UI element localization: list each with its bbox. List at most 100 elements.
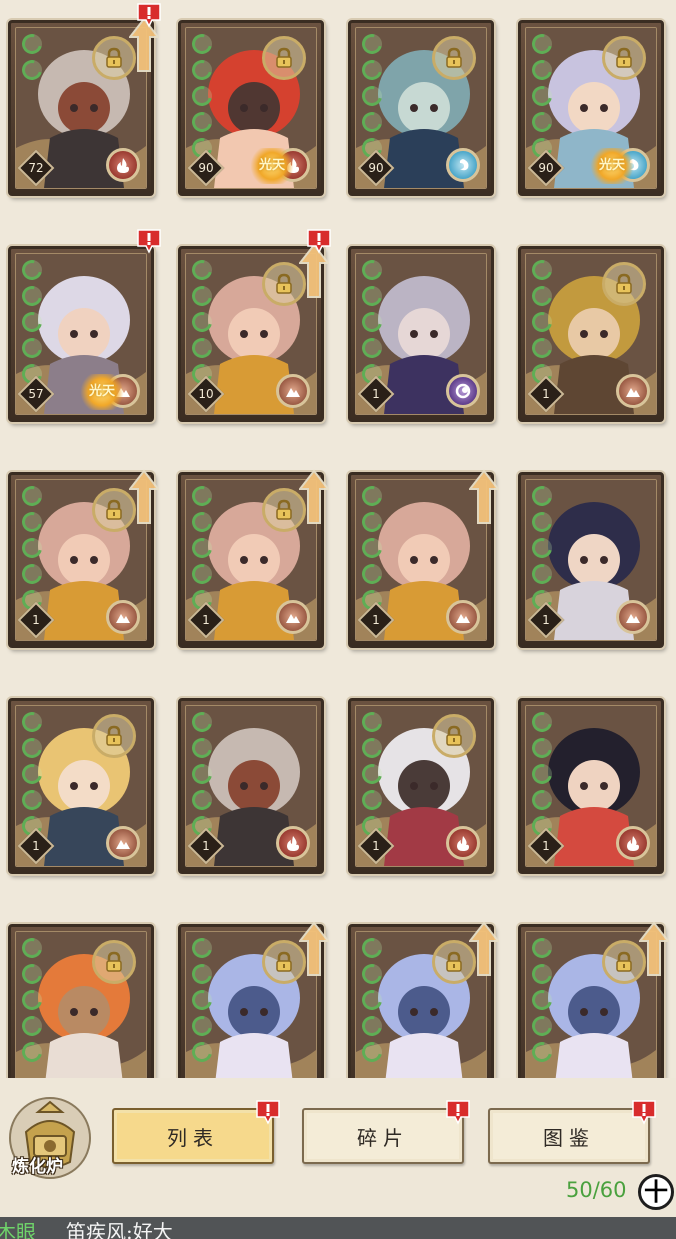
star-rating bbox=[188, 256, 216, 390]
level-badge: 1 bbox=[527, 375, 565, 413]
star-icon bbox=[18, 934, 46, 962]
card-art: 1 bbox=[185, 479, 317, 641]
character-card[interactable]: 1 bbox=[518, 472, 664, 648]
level-value: 10 bbox=[198, 387, 214, 401]
star-icon bbox=[358, 786, 386, 814]
character-card[interactable]: 72 bbox=[8, 3, 161, 196]
star-rating bbox=[528, 482, 556, 616]
star-icon bbox=[18, 560, 46, 588]
star-rating bbox=[528, 256, 556, 390]
star-icon bbox=[188, 334, 216, 362]
star-icon bbox=[188, 1038, 216, 1066]
lock-icon[interactable] bbox=[92, 940, 136, 984]
star-icon bbox=[18, 1038, 46, 1066]
card-art: 1 bbox=[525, 705, 657, 867]
lock-icon[interactable] bbox=[92, 714, 136, 758]
star-icon bbox=[188, 934, 216, 962]
character-card[interactable]: 10 bbox=[178, 229, 331, 422]
level-badge: 1 bbox=[527, 827, 565, 865]
awakened-badge: 光天 bbox=[78, 374, 126, 410]
level-badge: 1 bbox=[187, 827, 225, 865]
chat-ticker[interactable]: 木眼 笛疾风:好大 bbox=[0, 1217, 676, 1239]
card-art: 1 bbox=[525, 253, 657, 415]
star-rating bbox=[188, 482, 216, 616]
character-card[interactable]: 1 bbox=[178, 469, 329, 648]
star-icon bbox=[18, 482, 46, 510]
lock-icon[interactable] bbox=[432, 714, 476, 758]
tab-list[interactable]: 列表 bbox=[112, 1100, 280, 1164]
star-rating bbox=[358, 934, 386, 1068]
lock-icon[interactable] bbox=[432, 36, 476, 80]
character-card[interactable] bbox=[178, 921, 329, 1080]
character-grid: 72 90 光天 90 90 光天 57 光天 10 1 1 1 1 1 1 1 1 1 1 bbox=[0, 0, 676, 1080]
lock-icon[interactable] bbox=[602, 36, 646, 80]
furnace-label: 炼化炉 bbox=[12, 1157, 63, 1177]
character-card[interactable]: 90 bbox=[348, 20, 494, 196]
earth-element-icon bbox=[616, 374, 650, 408]
level-value: 1 bbox=[542, 839, 550, 853]
level-badge: 1 bbox=[17, 601, 55, 639]
star-icon bbox=[18, 708, 46, 736]
character-card[interactable]: 1 bbox=[348, 469, 499, 648]
card-art bbox=[355, 931, 487, 1080]
character-card[interactable] bbox=[348, 921, 499, 1080]
star-icon bbox=[188, 734, 216, 762]
star-icon bbox=[188, 482, 216, 510]
star-icon bbox=[358, 282, 386, 310]
earth-element-icon bbox=[446, 600, 480, 634]
star-icon bbox=[358, 308, 386, 336]
star-icon bbox=[188, 708, 216, 736]
tab-codex[interactable]: 图鉴 bbox=[488, 1100, 656, 1164]
star-icon bbox=[528, 534, 556, 562]
ticker-message: 笛疾风:好大 bbox=[66, 1220, 173, 1239]
character-card[interactable]: 1 bbox=[348, 246, 494, 422]
character-card[interactable]: 1 bbox=[178, 698, 324, 874]
level-value: 90 bbox=[198, 161, 214, 175]
level-value: 1 bbox=[372, 613, 380, 627]
star-icon bbox=[188, 760, 216, 788]
lock-icon[interactable] bbox=[262, 36, 306, 80]
star-icon bbox=[18, 1012, 46, 1040]
character-card[interactable]: 90 光天 bbox=[518, 20, 664, 196]
star-icon bbox=[358, 1012, 386, 1040]
earth-element-icon bbox=[276, 600, 310, 634]
character-card[interactable] bbox=[8, 924, 154, 1080]
star-icon bbox=[188, 256, 216, 284]
star-icon bbox=[18, 308, 46, 336]
star-icon bbox=[358, 256, 386, 284]
alert-icon bbox=[307, 229, 331, 254]
star-rating bbox=[188, 934, 216, 1068]
star-icon bbox=[358, 708, 386, 736]
character-card[interactable]: 1 bbox=[8, 698, 154, 874]
character-card[interactable]: 1 bbox=[348, 698, 494, 874]
level-value: 1 bbox=[372, 387, 380, 401]
star-icon bbox=[18, 334, 46, 362]
star-icon bbox=[18, 786, 46, 814]
card-art: 57 光天 bbox=[15, 253, 147, 415]
add-capacity-button[interactable]: 十 bbox=[638, 1174, 674, 1210]
star-rating bbox=[18, 934, 46, 1068]
upgrade-arrow-icon bbox=[469, 469, 499, 524]
star-icon bbox=[528, 508, 556, 536]
character-card[interactable]: 1 bbox=[518, 698, 664, 874]
star-rating bbox=[528, 934, 556, 1068]
star-icon bbox=[18, 508, 46, 536]
card-art: 90 bbox=[355, 27, 487, 189]
star-icon bbox=[188, 508, 216, 536]
character-card[interactable]: 90 光天 bbox=[178, 20, 324, 196]
level-badge: 10 bbox=[187, 375, 225, 413]
level-badge: 1 bbox=[17, 827, 55, 865]
star-icon bbox=[358, 108, 386, 136]
character-card[interactable]: 1 bbox=[8, 469, 159, 648]
level-badge: 1 bbox=[527, 601, 565, 639]
star-icon bbox=[358, 534, 386, 562]
lock-icon[interactable] bbox=[602, 262, 646, 306]
level-value: 57 bbox=[28, 387, 44, 401]
character-card[interactable]: 1 bbox=[518, 246, 664, 422]
star-rating bbox=[358, 30, 386, 164]
character-card[interactable]: 57 光天 bbox=[8, 229, 161, 422]
card-art: 1 bbox=[355, 479, 487, 641]
awakened-badge: 光天 bbox=[588, 148, 636, 184]
character-card[interactable] bbox=[518, 921, 669, 1080]
tab-fragments[interactable]: 碎片 bbox=[302, 1100, 470, 1164]
